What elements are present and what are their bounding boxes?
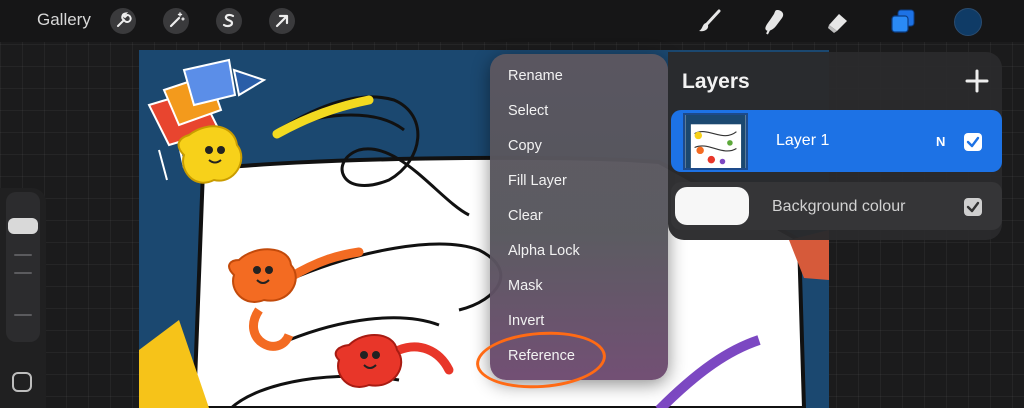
brush-size-slider-handle[interactable] — [8, 218, 38, 234]
slider-tick — [14, 272, 32, 274]
layer-options-menu: Rename Select Copy Fill Layer Clear Alph… — [490, 54, 668, 380]
plus-icon[interactable] — [962, 66, 992, 96]
menu-item-mask[interactable]: Mask — [508, 278, 543, 294]
menu-item-clear[interactable]: Clear — [508, 208, 543, 224]
layer-thumbnail — [683, 113, 748, 170]
layers-panel-title: Layers — [682, 70, 750, 93]
modify-button[interactable] — [12, 372, 32, 392]
menu-item-select[interactable]: Select — [508, 103, 548, 119]
selection-s-icon[interactable] — [215, 7, 243, 35]
color-picker-swatch[interactable] — [954, 8, 982, 36]
brush-icon[interactable] — [695, 6, 725, 36]
background-colour-swatch[interactable] — [675, 187, 749, 225]
menu-item-fill-layer[interactable]: Fill Layer — [508, 173, 567, 189]
background-visibility-checkbox[interactable] — [964, 198, 982, 216]
layer-visibility-checkbox[interactable] — [964, 133, 982, 151]
layer-name: Layer 1 — [776, 132, 830, 149]
yellow-blob-character — [177, 125, 243, 184]
gallery-button[interactable]: Gallery — [37, 10, 91, 30]
transform-arrow-icon[interactable] — [268, 7, 296, 35]
magic-wand-icon[interactable] — [162, 7, 190, 35]
brush-size-slider[interactable] — [6, 192, 40, 342]
slider-tick — [14, 254, 32, 256]
top-toolbar — [0, 0, 1024, 42]
eraser-icon[interactable] — [823, 6, 853, 36]
menu-item-invert[interactable]: Invert — [508, 313, 544, 329]
menu-item-alpha-lock[interactable]: Alpha Lock — [508, 243, 580, 259]
menu-item-rename[interactable]: Rename — [508, 68, 563, 84]
smudge-icon[interactable] — [760, 6, 790, 36]
slider-tick — [14, 314, 32, 316]
wrench-icon[interactable] — [109, 7, 137, 35]
menu-item-copy[interactable]: Copy — [508, 138, 542, 154]
layers-icon[interactable] — [888, 6, 918, 36]
background-colour-label: Background colour — [772, 198, 906, 215]
blend-mode-button[interactable]: N — [936, 134, 945, 149]
